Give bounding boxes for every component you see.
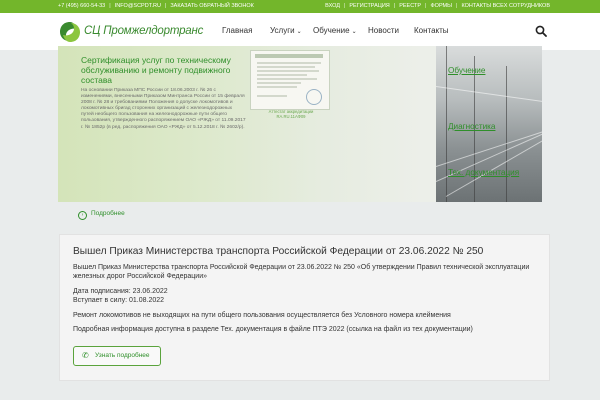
nav-item-services[interactable]: Услуги ⌄ — [270, 26, 302, 35]
certificate-caption: Аттестат аккредитации RA.RU.11АФ09 — [268, 109, 314, 119]
chevron-down-icon: ⌄ — [296, 29, 302, 35]
email-link[interactable]: INFO@SCPDT.RU — [115, 3, 161, 9]
login-link[interactable]: ВХОД — [325, 3, 340, 9]
side-link-tech-docs[interactable]: Тех. документация — [448, 168, 519, 177]
chevron-right-icon: › — [78, 211, 87, 220]
logo-text: СЦ Промжелдортранс — [84, 25, 204, 37]
banner-text: На основании Приказа МПС России от 18.06… — [81, 88, 246, 130]
register-link[interactable]: РЕГИСТРАЦИЯ — [349, 3, 389, 9]
logo[interactable]: СЦ Промжелдортранс — [58, 20, 203, 44]
side-link-diagnostics[interactable]: Диагностика — [448, 122, 495, 131]
news-card: Вышел Приказ Министерства транспорта Рос… — [59, 234, 550, 381]
side-link-education[interactable]: Обучение — [448, 66, 485, 75]
banner-title: Сертификация услуг по техническому обслу… — [81, 55, 231, 85]
forms-link[interactable]: ФОРМЫ — [430, 3, 452, 9]
search-icon[interactable] — [535, 25, 547, 37]
phone-link[interactable]: +7 (495) 660-54-33 — [58, 3, 105, 9]
certificate-image[interactable] — [250, 50, 330, 110]
news-body: Вышел Приказ Министерства транспорта Рос… — [73, 263, 543, 334]
news-paragraph: Вышел Приказ Министерства транспорта Рос… — [73, 264, 530, 281]
header: СЦ Промжелдортранс Главная Услуги ⌄ Обуче… — [0, 13, 600, 50]
stamp-icon — [306, 89, 322, 105]
callback-link[interactable]: ЗАКАЗАТЬ ОБРАТНЫЙ ЗВОНОК — [170, 3, 254, 9]
learn-more-button[interactable]: ✆ Узнать подробнее — [73, 346, 161, 366]
registry-link[interactable]: РЕЕСТР — [399, 3, 421, 9]
nav-item-news[interactable]: Новости — [368, 26, 399, 35]
chevron-down-icon: ⌄ — [351, 29, 357, 35]
nav-item-home[interactable]: Главная — [222, 26, 252, 35]
nav-item-education[interactable]: Обучение ⌄ — [313, 26, 357, 35]
railway-photo: Обучение Диагностика Тех. документация — [436, 46, 542, 202]
top-bar-contacts: +7 (495) 660-54-33 | INFO@SCPDT.RU | ЗАКАЗАТ… — [58, 3, 254, 9]
more-link[interactable]: › Подробнее — [78, 210, 125, 220]
effective-date: Вступает в силу: 01.08.2022 — [73, 297, 165, 305]
top-bar-links: ВХОД | РЕГИСТРАЦИЯ | РЕЕСТР | ФОРМЫ | КОНТАКТЫ В… — [325, 3, 550, 9]
logo-icon — [60, 22, 80, 42]
staff-contacts-link[interactable]: КОНТАКТЫ ВСЕХ СОТРУДНИКОВ — [461, 3, 550, 9]
news-title: Вышел Приказ Министерства транспорта Рос… — [73, 246, 484, 257]
phone-icon: ✆ — [82, 351, 89, 360]
signed-date: Дата подписания: 23.06.2022 — [73, 287, 168, 295]
hero-banner: Сертификация услуг по техническому обслу… — [58, 46, 542, 202]
news-paragraph: Подробная информация доступна в разделе … — [73, 326, 473, 334]
nav-item-contacts[interactable]: Контакты — [414, 26, 449, 35]
top-bar: +7 (495) 660-54-33 | INFO@SCPDT.RU | ЗАКАЗАТ… — [0, 0, 600, 13]
news-paragraph: Ремонт локомотивов не выходящих на пути … — [73, 311, 451, 319]
